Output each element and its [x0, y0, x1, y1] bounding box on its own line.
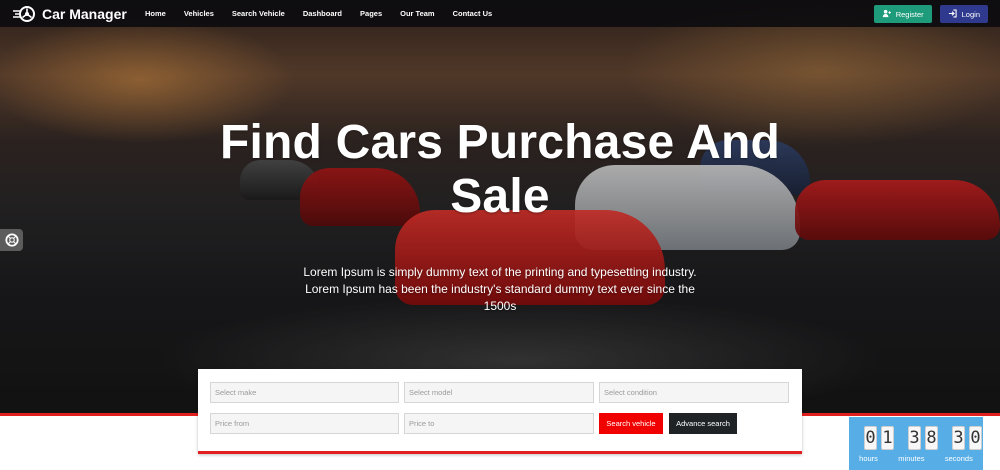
hero-subtitle: Lorem Ipsum is simply dummy text of the … — [303, 265, 697, 313]
vehicle-search-panel: Select make Select model Select conditio… — [198, 369, 802, 454]
countdown-labels: hours minutes seconds — [849, 454, 983, 463]
floating-help-button[interactable] — [0, 229, 23, 251]
menu-our-team[interactable]: Our Team — [400, 9, 434, 18]
digit-gap — [942, 426, 948, 450]
menu-vehicles[interactable]: Vehicles — [184, 9, 214, 18]
seconds-digit-1: 3 — [952, 426, 965, 450]
price-to-input[interactable]: Price to — [404, 413, 594, 434]
user-plus-icon — [882, 9, 891, 20]
minutes-digit-1: 3 — [908, 426, 921, 450]
select-model[interactable]: Select model — [404, 382, 594, 403]
menu-pages[interactable]: Pages — [360, 9, 382, 18]
hero-title: Find Cars Purchase And Sale — [200, 116, 800, 224]
minutes-digit-2: 8 — [925, 426, 938, 450]
select-make[interactable]: Select make — [210, 382, 399, 403]
digit-gap — [898, 426, 904, 450]
menu-search-vehicle[interactable]: Search Vehicle — [232, 9, 285, 18]
top-navbar: Car Manager Home Vehicles Search Vehicle… — [0, 0, 1000, 27]
login-button[interactable]: Login — [939, 5, 988, 23]
sign-in-icon — [948, 9, 957, 20]
hours-digit-1: 0 — [864, 426, 877, 450]
search-vehicle-button[interactable]: Search vehicle — [599, 413, 663, 434]
register-label: Register — [895, 9, 924, 19]
life-ring-icon — [4, 233, 19, 247]
main-menu: Home Vehicles Search Vehicle Dashboard P… — [145, 9, 492, 18]
register-button[interactable]: Register — [873, 5, 932, 23]
search-panel-red-border — [198, 451, 802, 454]
hours-digit-2: 1 — [881, 426, 894, 450]
steering-wheel-icon — [12, 5, 36, 23]
menu-home[interactable]: Home — [145, 9, 166, 18]
price-from-input[interactable]: Price from — [210, 413, 399, 434]
nav-actions: Register Login — [873, 5, 988, 23]
brand[interactable]: Car Manager — [0, 5, 140, 23]
brand-name: Car Manager — [42, 5, 127, 22]
seconds-label: seconds — [944, 454, 973, 463]
hours-label: hours — [859, 454, 878, 463]
countdown-widget: 0 1 3 8 3 0 hours minutes seconds — [849, 417, 983, 470]
select-condition-placeholder: Select condition — [604, 388, 657, 397]
menu-contact-us[interactable]: Contact Us — [453, 9, 493, 18]
seconds-digit-2: 0 — [969, 426, 982, 450]
price-to-placeholder: Price to — [409, 419, 435, 428]
minutes-label: minutes — [898, 454, 925, 463]
hero-title-line-1: Find Cars Purchase And — [219, 116, 781, 169]
select-condition[interactable]: Select condition — [599, 382, 789, 403]
hero-title-line-2: Sale — [450, 170, 550, 223]
countdown-digits: 0 1 3 8 3 0 — [864, 426, 982, 450]
menu-dashboard[interactable]: Dashboard — [303, 9, 342, 18]
select-model-placeholder: Select model — [409, 388, 453, 397]
login-label: Login — [961, 9, 980, 19]
price-from-placeholder: Price from — [215, 419, 250, 428]
select-make-placeholder: Select make — [215, 388, 257, 397]
advance-search-button[interactable]: Advance search — [669, 413, 737, 434]
